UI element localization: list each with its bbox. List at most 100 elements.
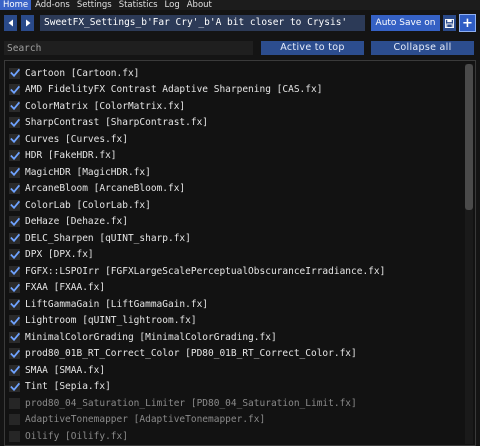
effect-label: SMAA [SMAA.fx] [25, 364, 106, 376]
effect-label: prod80_04_Saturation_Limiter [PD80_04_Sa… [25, 397, 357, 409]
effect-row[interactable]: MinimalColorGrading [MinimalColorGrading… [9, 329, 461, 346]
effect-row[interactable]: HDR [FakeHDR.fx] [9, 148, 461, 165]
effect-label: ColorLab [ColorLab.fx] [25, 199, 151, 211]
effect-checkbox[interactable] [9, 298, 20, 310]
effect-label: Cartoon [Cartoon.fx] [25, 67, 140, 79]
effect-checkbox[interactable] [9, 430, 20, 442]
effect-label: DPX [DPX.fx] [25, 249, 94, 261]
effect-checkbox[interactable] [9, 166, 20, 178]
effect-label: FXAA [FXAA.fx] [25, 282, 106, 294]
effect-checkbox[interactable] [9, 199, 20, 211]
effect-row[interactable]: ColorLab [ColorLab.fx] [9, 197, 461, 214]
effect-label: Lightroom [qUINT_lightroom.fx] [25, 315, 197, 327]
effect-row[interactable]: ColorMatrix [ColorMatrix.fx] [9, 98, 461, 115]
effect-checkbox[interactable] [9, 364, 20, 376]
menu-bar: Home Add-ons Settings Statistics Log Abo… [0, 0, 480, 10]
effect-checkbox[interactable] [9, 232, 20, 244]
checkmark-icon [9, 101, 20, 111]
effect-checkbox[interactable] [9, 414, 20, 426]
scrollbar[interactable] [465, 64, 473, 444]
effect-checkbox[interactable] [9, 67, 20, 79]
previous-preset-button[interactable] [4, 15, 17, 31]
effect-label: ArcaneBloom [ArcaneBloom.fx] [25, 183, 186, 195]
collapse-all-button[interactable]: Collapse all [371, 41, 474, 55]
menu-add-ons[interactable]: Add-ons [32, 0, 73, 10]
effect-row[interactable]: LiftGammaGain [LiftGammaGain.fx] [9, 296, 461, 313]
effect-row[interactable]: MagicHDR [MagicHDR.fx] [9, 164, 461, 181]
effect-checkbox[interactable] [9, 117, 20, 129]
add-preset-button[interactable]: + [459, 14, 476, 32]
effect-row[interactable]: prod80_04_Saturation_Limiter [PD80_04_Sa… [9, 395, 461, 412]
menu-log[interactable]: Log [162, 0, 183, 10]
checkmark-icon [9, 134, 20, 144]
effect-checkbox[interactable] [9, 249, 20, 261]
floppy-disk-icon [445, 18, 454, 28]
checkmark-icon [9, 217, 20, 226]
menu-statistics[interactable]: Statistics [116, 0, 161, 10]
effect-label: LiftGammaGain [LiftGammaGain.fx] [25, 298, 209, 310]
effect-row[interactable]: FXAA [FXAA.fx] [9, 280, 461, 297]
effects-list: Cartoon [Cartoon.fx] AMD FidelityFX Contr… [9, 65, 461, 445]
checkmark-icon [9, 299, 20, 309]
preset-path-field[interactable]: SweetFX_Settings_b'Far Cry'_b'A bit clos… [40, 15, 365, 31]
effect-row[interactable]: Curves [Curves.fx] [9, 131, 461, 148]
effect-checkbox[interactable] [9, 84, 20, 96]
effect-row[interactable]: Tint [Sepia.fx] [9, 379, 461, 396]
checkmark-icon [9, 151, 20, 160]
effect-checkbox[interactable] [9, 381, 20, 393]
effect-checkbox[interactable] [9, 348, 20, 360]
effect-row[interactable]: SharpContrast [SharpContrast.fx] [9, 115, 461, 132]
effect-checkbox[interactable] [9, 216, 20, 228]
effect-label: MagicHDR [MagicHDR.fx] [25, 166, 151, 178]
active-to-top-button[interactable]: Active to top [261, 41, 364, 55]
effect-label: prod80_01B_RT_Correct_Color [PD80_01B_RT… [25, 348, 357, 360]
menu-settings[interactable]: Settings [74, 0, 115, 10]
effect-checkbox[interactable] [9, 265, 20, 277]
effect-label: MinimalColorGrading [MinimalColorGrading… [25, 331, 277, 343]
effect-row[interactable]: prod80_01B_RT_Correct_Color [PD80_01B_RT… [9, 346, 461, 363]
effect-label: Oilify [Oilify.fx] [25, 430, 128, 442]
auto-save-button[interactable]: Auto Save on [371, 15, 440, 31]
menu-about[interactable]: About [184, 0, 215, 10]
effect-checkbox[interactable] [9, 150, 20, 162]
effect-checkbox[interactable] [9, 397, 20, 409]
effect-checkbox[interactable] [9, 183, 20, 195]
effect-label: SharpContrast [SharpContrast.fx] [25, 117, 209, 129]
checkmark-icon [9, 266, 20, 276]
triangle-right-icon [25, 19, 30, 27]
effect-label: Curves [Curves.fx] [25, 133, 128, 145]
effect-row[interactable]: DeHaze [Dehaze.fx] [9, 214, 461, 231]
effect-row[interactable]: Oilify [Oilify.fx] [9, 428, 461, 445]
effect-row[interactable]: AMD FidelityFX Contrast Adaptive Sharpen… [9, 82, 461, 99]
checkmark-icon [9, 382, 20, 391]
effect-label: Tint [Sepia.fx] [25, 381, 111, 393]
effect-row[interactable]: FGFX::LSPOIrr [FGFXLargeScalePerceptualO… [9, 263, 461, 280]
save-preset-button[interactable] [443, 15, 456, 31]
next-preset-button[interactable] [21, 15, 34, 31]
effect-label: DeHaze [Dehaze.fx] [25, 216, 128, 228]
checkmark-icon [9, 167, 20, 177]
checkmark-icon [9, 365, 20, 375]
effect-checkbox[interactable] [9, 331, 20, 343]
checkmark-icon [9, 200, 20, 210]
effect-label: ColorMatrix [ColorMatrix.fx] [25, 100, 186, 112]
scrollbar-thumb[interactable] [465, 64, 473, 210]
checkmark-icon [9, 283, 20, 292]
effect-row[interactable]: Cartoon [Cartoon.fx] [9, 65, 461, 82]
effect-row[interactable]: AdaptiveTonemapper [AdaptiveTonemapper.f… [9, 412, 461, 429]
effect-row[interactable]: SMAA [SMAA.fx] [9, 362, 461, 379]
effect-label: HDR [FakeHDR.fx] [25, 150, 117, 162]
search-input[interactable] [4, 41, 253, 55]
effect-checkbox[interactable] [9, 133, 20, 145]
checkmark-icon [9, 233, 20, 243]
effect-row[interactable]: DPX [DPX.fx] [9, 247, 461, 264]
checkmark-icon [9, 316, 20, 325]
effect-checkbox[interactable] [9, 282, 20, 294]
menu-home[interactable]: Home [0, 0, 32, 10]
effect-row[interactable]: Lightroom [qUINT_lightroom.fx] [9, 313, 461, 330]
effect-checkbox[interactable] [9, 100, 20, 112]
effect-row[interactable]: ArcaneBloom [ArcaneBloom.fx] [9, 181, 461, 198]
checkmark-icon [9, 184, 20, 193]
effect-checkbox[interactable] [9, 315, 20, 327]
effect-row[interactable]: DELC_Sharpen [qUINT_sharp.fx] [9, 230, 461, 247]
